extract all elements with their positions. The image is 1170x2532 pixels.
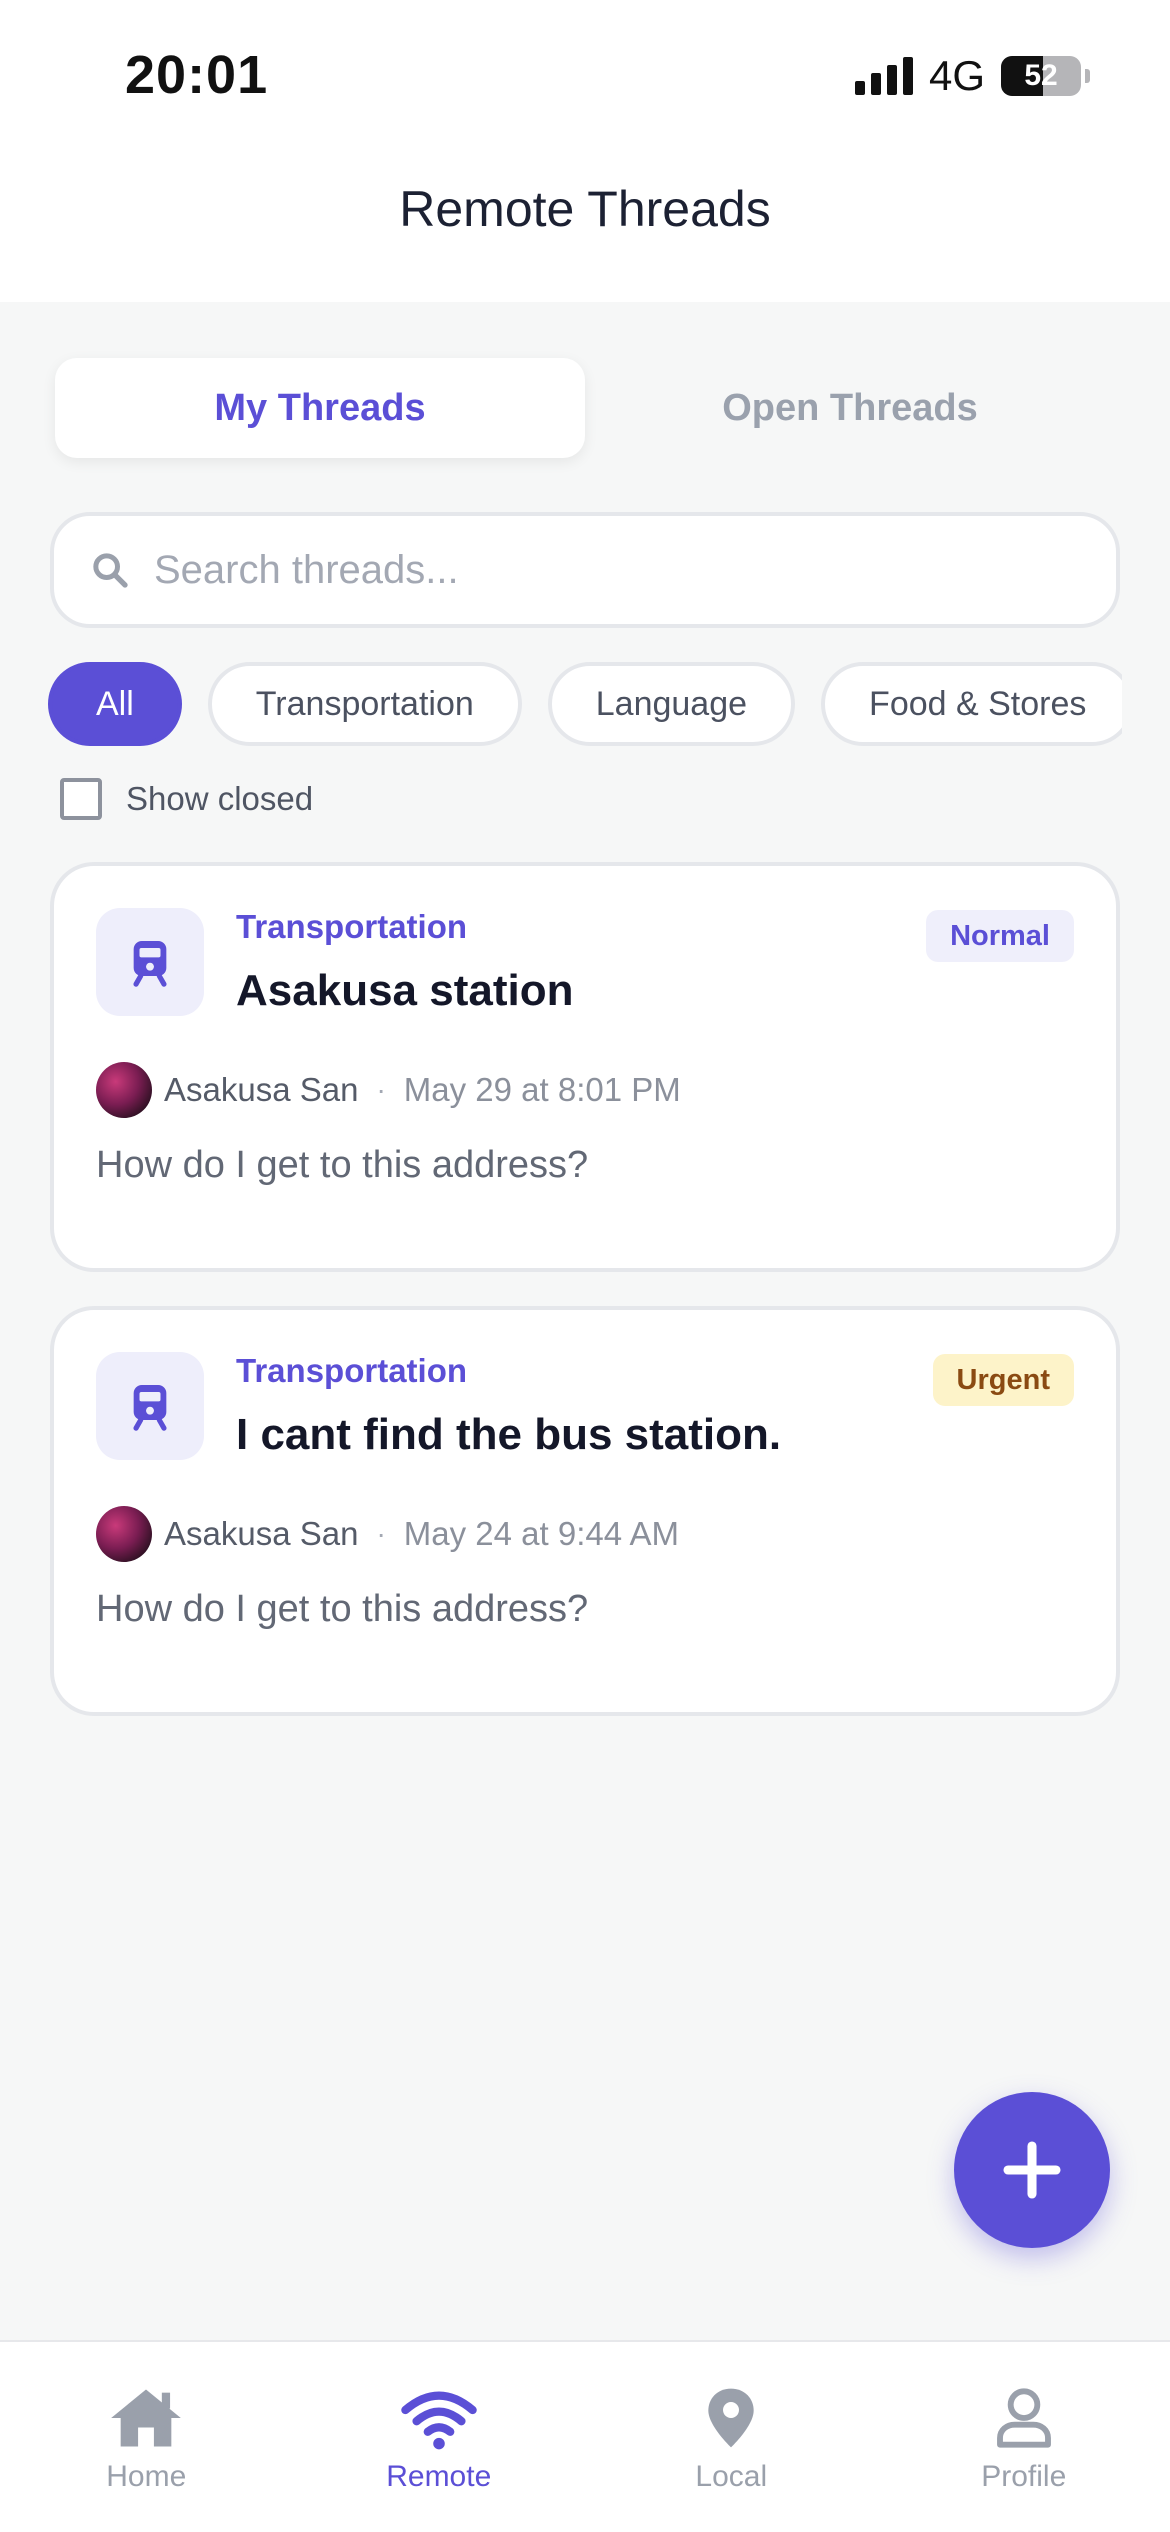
nav-home[interactable]: Home bbox=[0, 2342, 293, 2532]
thread-title: I cant find the bus station. bbox=[236, 1410, 782, 1459]
thread-preview: How do I get to this address? bbox=[96, 1588, 589, 1630]
search-icon bbox=[93, 553, 128, 588]
thread-preview: How do I get to this address? bbox=[96, 1144, 589, 1186]
search-input[interactable] bbox=[154, 547, 1054, 593]
show-closed-label: Show closed bbox=[126, 780, 314, 817]
search-bar[interactable] bbox=[50, 512, 1120, 628]
battery-cap bbox=[1085, 69, 1090, 83]
thread-tabs: My Threads Open Threads bbox=[55, 358, 1115, 458]
wifi-icon bbox=[400, 2391, 477, 2450]
avatar bbox=[96, 1506, 152, 1562]
priority-badge: Urgent bbox=[932, 1354, 1074, 1406]
thread-date: May 29 at 8:01 PM bbox=[403, 1071, 681, 1108]
status-time: 20:01 bbox=[125, 45, 269, 105]
network-type: 4G bbox=[928, 52, 985, 99]
train-icon bbox=[96, 908, 204, 1016]
top-bar: 20:01 4G 52 Remote Threads bbox=[0, 0, 1170, 302]
battery-level: 52 bbox=[1024, 59, 1058, 92]
filter-language[interactable]: Language bbox=[547, 662, 796, 746]
nav-local[interactable]: Local bbox=[585, 2342, 878, 2532]
map-pin-icon bbox=[708, 2388, 754, 2448]
category-filters: All Transportation Language Food & Store… bbox=[48, 662, 1122, 748]
show-closed-checkbox[interactable] bbox=[60, 778, 102, 820]
meta-separator: · bbox=[376, 1518, 386, 1549]
thread-card[interactable]: Transportation I cant find the bus stati… bbox=[50, 1306, 1120, 1716]
thread-date: May 24 at 9:44 AM bbox=[403, 1515, 679, 1552]
filter-all[interactable]: All bbox=[48, 662, 182, 746]
filter-food-stores[interactable]: Food & Stores bbox=[821, 662, 1122, 746]
priority-badge: Normal bbox=[926, 910, 1074, 962]
battery-icon: 52 bbox=[1001, 56, 1081, 96]
plus-icon bbox=[1003, 2141, 1061, 2199]
signal-icon bbox=[854, 57, 913, 95]
nav-profile[interactable]: Profile bbox=[878, 2342, 1170, 2532]
show-closed-toggle[interactable]: Show closed bbox=[60, 778, 313, 820]
bottom-nav: Home Remote Local Profile bbox=[0, 2340, 1170, 2532]
thread-title: Asakusa station bbox=[236, 966, 574, 1015]
nav-profile-label: Profile bbox=[981, 2460, 1067, 2493]
thread-author: Asakusa San bbox=[164, 1515, 359, 1552]
tab-open-threads[interactable]: Open Threads bbox=[585, 358, 1115, 458]
home-icon bbox=[111, 2389, 182, 2447]
thread-meta: Asakusa San · May 24 at 9:44 AM bbox=[96, 1506, 679, 1562]
filter-transportation[interactable]: Transportation bbox=[207, 662, 522, 746]
avatar bbox=[96, 1062, 152, 1118]
user-icon bbox=[996, 2388, 1051, 2448]
thread-author: Asakusa San bbox=[164, 1071, 359, 1108]
train-icon bbox=[96, 1352, 204, 1460]
thread-meta: Asakusa San · May 29 at 8:01 PM bbox=[96, 1062, 681, 1118]
nav-local-label: Local bbox=[695, 2460, 768, 2493]
status-indicators: 4G 52 bbox=[854, 52, 1090, 100]
tab-my-threads[interactable]: My Threads bbox=[55, 358, 585, 458]
page-title: Remote Threads bbox=[399, 181, 771, 237]
nav-remote-label: Remote bbox=[386, 2460, 492, 2493]
thread-category: Transportation bbox=[236, 908, 468, 945]
meta-separator: · bbox=[376, 1074, 386, 1105]
nav-home-label: Home bbox=[106, 2460, 187, 2493]
screen: 20:01 4G 52 Remote Threads My Threads Op… bbox=[0, 0, 1170, 2532]
new-thread-button[interactable] bbox=[954, 2092, 1110, 2248]
thread-category: Transportation bbox=[236, 1352, 468, 1389]
nav-remote[interactable]: Remote bbox=[293, 2342, 586, 2532]
thread-card[interactable]: Transportation Asakusa station Normal As… bbox=[50, 862, 1120, 1272]
